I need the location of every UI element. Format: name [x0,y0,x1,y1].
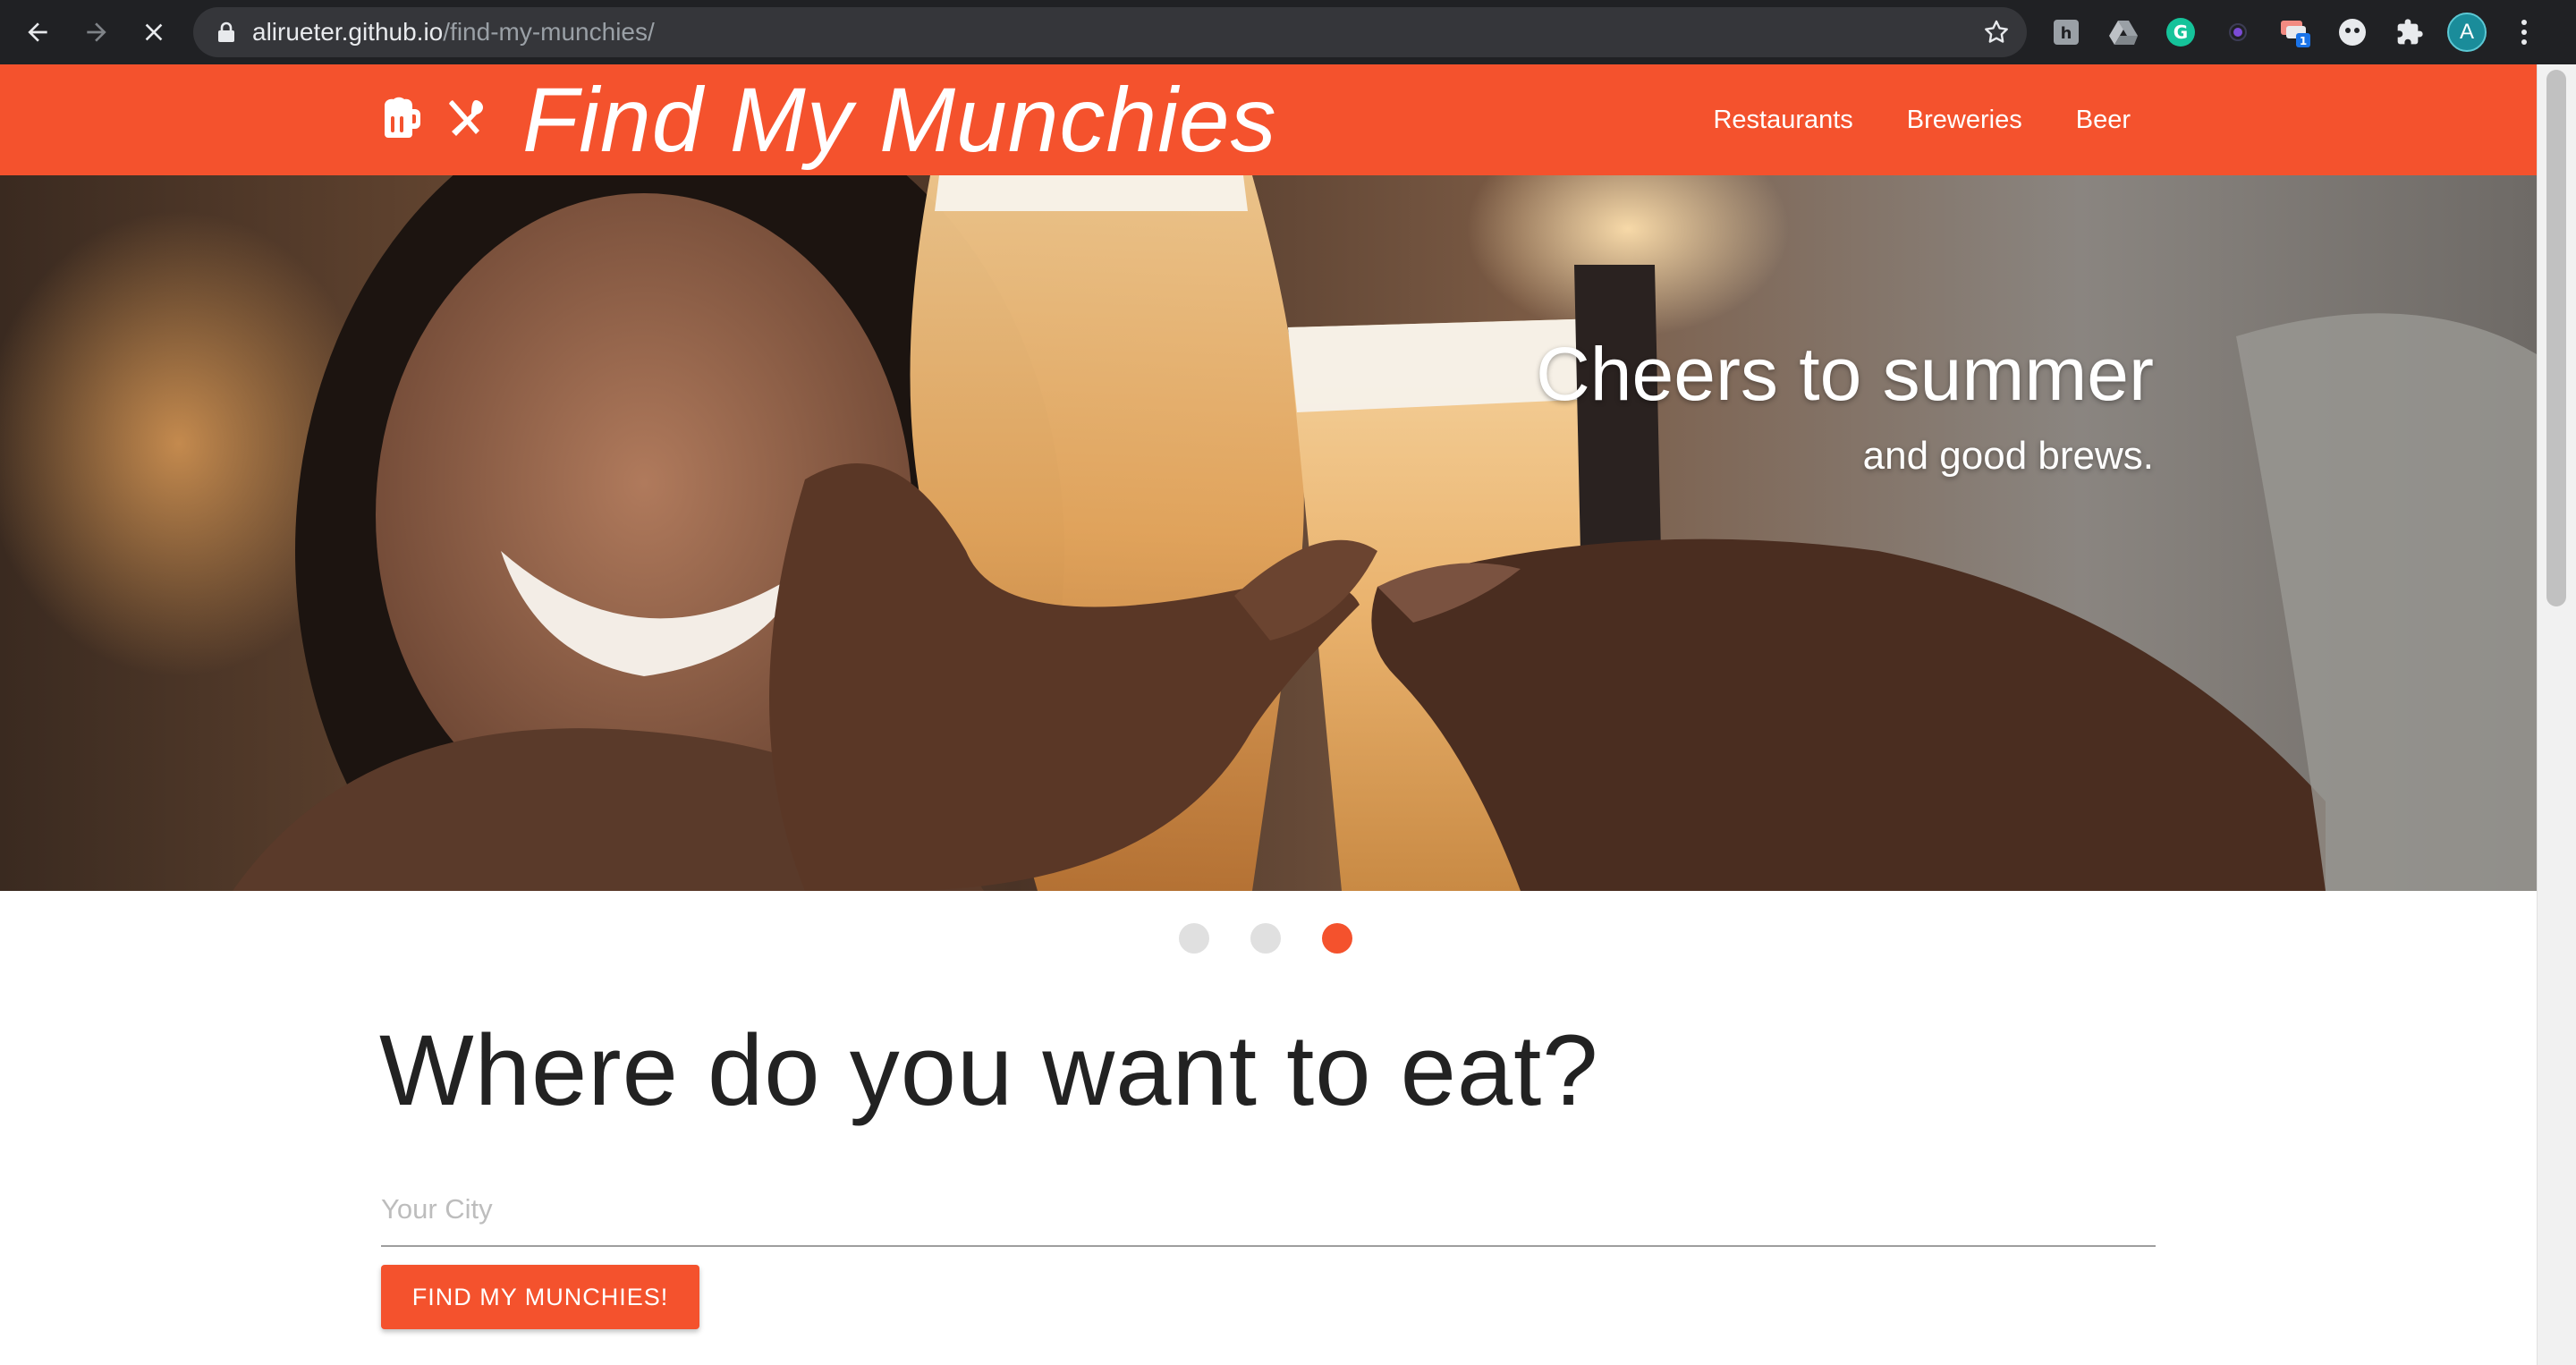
carousel-dot-1[interactable] [1179,923,1209,954]
find-munchies-button[interactable]: FIND MY MUNCHIES! [381,1265,699,1329]
carousel-dot-2[interactable] [1250,923,1281,954]
lock-icon[interactable] [216,21,236,47]
address-bar[interactable]: alirueter.github.io/find-my-munchies/ [193,7,2027,57]
nav-link-restaurants[interactable]: Restaurants [1713,64,1852,175]
hero-carousel[interactable]: Cheers to summer and good brews. [0,175,2537,891]
nav-link-beer[interactable]: Beer [2076,64,2131,175]
extension-screencast-icon[interactable]: 1 [2277,14,2313,50]
city-input[interactable] [381,1174,2156,1247]
svg-text:G: G [2174,21,2188,43]
brand-icons [381,97,487,146]
beer-mug-icon [381,97,422,146]
browser-toolbar: alirueter.github.io/find-my-munchies/ h … [0,0,2576,64]
extensions-icon[interactable] [2392,14,2428,50]
extension-h-icon[interactable]: h [2048,14,2084,50]
extension-badge: 1 [2300,35,2307,47]
hero-title: Cheers to summer [1536,332,2154,416]
page-viewport: Find My Munchies Restaurants Breweries B… [0,64,2537,1365]
hero-caption: Cheers to summer and good brews. [1536,329,2154,481]
url-host: alirueter.github.io [252,18,444,46]
carousel-indicators [1179,923,1352,954]
back-icon[interactable] [20,14,55,50]
scrollbar-thumb[interactable] [2546,70,2566,606]
extension-face-icon[interactable] [2334,14,2370,50]
drive-icon[interactable] [2106,14,2141,50]
url-text: alirueter.github.io/find-my-munchies/ [252,7,655,57]
star-icon[interactable] [1982,18,2011,51]
carousel-dot-3[interactable] [1322,923,1352,954]
browser-window: alirueter.github.io/find-my-munchies/ h … [0,0,2576,1365]
hero-subtitle: and good brews. [1862,434,2154,478]
svg-text:h: h [2061,24,2072,43]
hero-photo [233,175,2537,891]
forward-icon[interactable] [79,14,114,50]
page-scrollbar[interactable] [2537,64,2576,1365]
search-heading: Where do you want to eat? [379,1014,1599,1126]
nav-links: Restaurants Breweries Beer [1713,64,2131,175]
utensils-icon [445,97,487,146]
profile-avatar[interactable]: A [2447,13,2487,52]
brand-title[interactable]: Find My Munchies [522,64,1277,175]
site-navbar: Find My Munchies Restaurants Breweries B… [0,64,2537,175]
grammarly-icon[interactable]: G [2163,14,2199,50]
extension-dot-icon[interactable] [2220,14,2256,50]
url-path: /find-my-munchies/ [443,18,655,46]
nav-link-breweries[interactable]: Breweries [1907,64,2022,175]
stop-icon[interactable] [136,14,172,50]
menu-icon[interactable] [2506,14,2542,50]
